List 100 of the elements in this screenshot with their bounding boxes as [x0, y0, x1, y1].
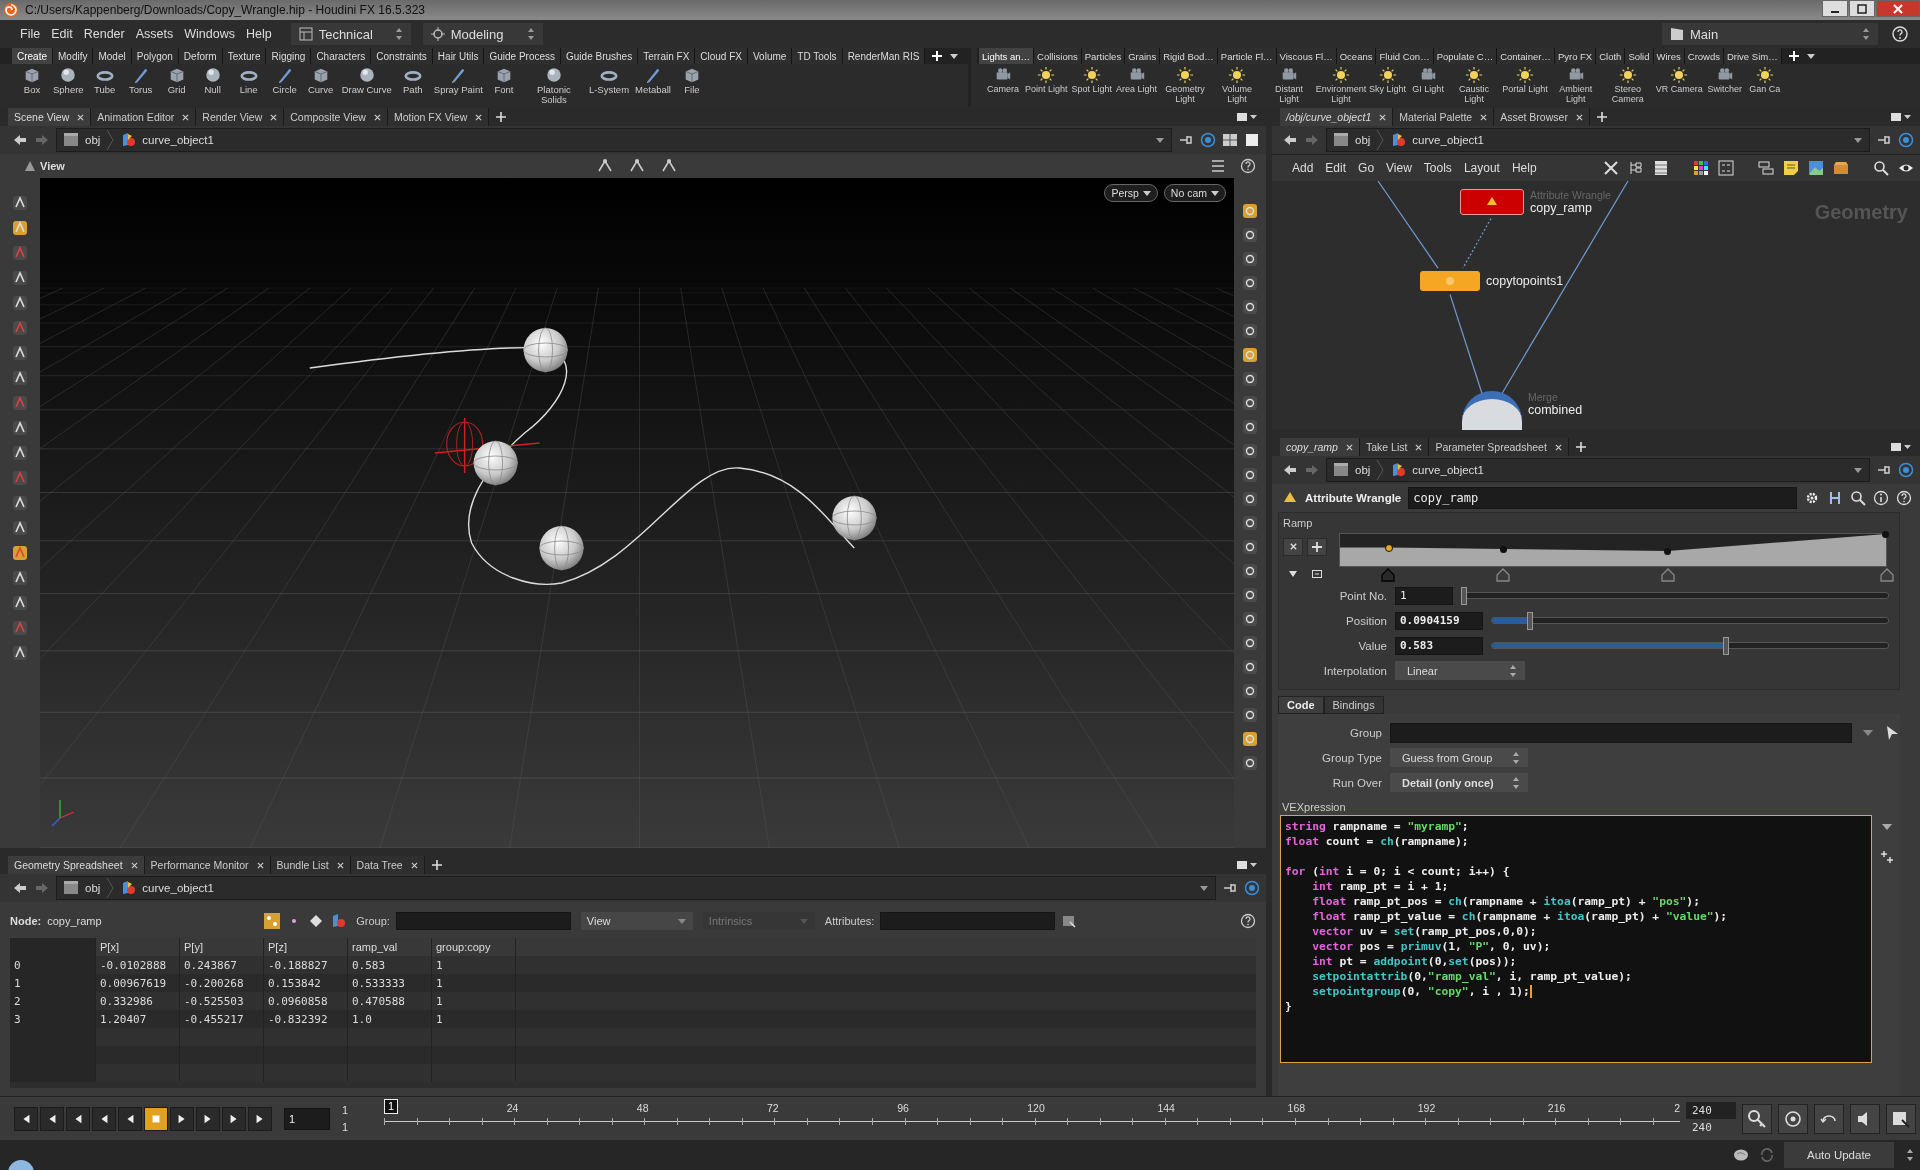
- close-button[interactable]: [1876, 0, 1920, 17]
- close-icon[interactable]: [130, 861, 138, 869]
- diamond-icon[interactable]: [308, 913, 325, 929]
- tool-icon[interactable]: [1241, 226, 1259, 244]
- back-arrow-icon[interactable]: [12, 132, 28, 148]
- shelf-tool[interactable]: Platonic Solids: [521, 66, 586, 105]
- shelf-tab[interactable]: Guide Brushes: [561, 48, 639, 64]
- tool-icon[interactable]: [1241, 706, 1259, 724]
- run-over-menu[interactable]: Detail (only once): [1390, 773, 1528, 792]
- remove-key-button[interactable]: [1283, 537, 1303, 556]
- caret-icon[interactable]: [1805, 51, 1816, 61]
- minimize-button[interactable]: [1822, 0, 1848, 17]
- shelf-tool[interactable]: Sky Light: [1367, 66, 1409, 95]
- shelf-tab[interactable]: Populate C…: [1433, 48, 1498, 64]
- plus-icon[interactable]: [430, 859, 443, 871]
- shelf-tab[interactable]: Rigid Bod…: [1160, 48, 1218, 64]
- start-frame-field[interactable]: 1: [336, 1101, 378, 1119]
- menu-item[interactable]: Assets: [131, 27, 181, 41]
- close-icon[interactable]: [1575, 113, 1583, 121]
- shelf-tool[interactable]: VR Camera: [1653, 66, 1705, 95]
- node-name-field[interactable]: copy_ramp: [1408, 487, 1797, 509]
- search-icon[interactable]: [1873, 160, 1889, 176]
- shelf-tool[interactable]: Draw Curve: [338, 66, 395, 95]
- shelf-tool[interactable]: Area Light: [1114, 66, 1160, 95]
- shelf-tool[interactable]: Geometry Light: [1159, 66, 1212, 104]
- expand-icon[interactable]: [1312, 568, 1322, 579]
- ramp-editor[interactable]: [1339, 533, 1887, 567]
- settings-icon[interactable]: [1804, 490, 1820, 506]
- value-field[interactable]: 0.583: [1395, 636, 1483, 655]
- value-field[interactable]: 0.0904159: [1395, 611, 1483, 630]
- shelf-tool[interactable]: Distant Light: [1263, 66, 1316, 104]
- tool-icon[interactable]: [11, 569, 29, 587]
- pane-tab[interactable]: Asset Browser: [1494, 108, 1590, 126]
- search-icon[interactable]: [1850, 490, 1866, 506]
- back-arrow-icon[interactable]: [1282, 462, 1298, 478]
- shelf-tool[interactable]: Stereo Camera: [1601, 66, 1654, 104]
- pane-tab[interactable]: Data Tree: [350, 856, 425, 874]
- auto-update-button[interactable]: Auto Update: [1784, 1142, 1894, 1168]
- shelf-tab[interactable]: Terrain FX: [638, 48, 696, 64]
- group-type-menu[interactable]: Guess from Group: [1390, 748, 1528, 767]
- shelf-tab[interactable]: Grains: [1125, 48, 1161, 64]
- close-icon[interactable]: [256, 861, 264, 869]
- interpolation-menu[interactable]: Linear: [1395, 661, 1525, 680]
- pane-tab[interactable]: /obj/curve_object1: [1280, 108, 1394, 126]
- close-icon[interactable]: [373, 113, 381, 121]
- shelf-tool[interactable]: Environment Light: [1315, 66, 1368, 104]
- target-icon[interactable]: [1778, 1103, 1808, 1134]
- plus-icon[interactable]: [1595, 111, 1608, 123]
- camera-menu-button[interactable]: No cam: [1163, 184, 1226, 202]
- tool-icon[interactable]: [11, 444, 29, 462]
- tool-icon[interactable]: [1241, 346, 1259, 364]
- shelf-tab[interactable]: Constraints: [371, 48, 433, 64]
- shelf-tab[interactable]: Rigging: [266, 48, 312, 64]
- ramp-point[interactable]: [1663, 547, 1671, 555]
- script-icon[interactable]: [1827, 490, 1843, 506]
- playback-button[interactable]: [196, 1106, 220, 1131]
- plus-icon[interactable]: [1574, 441, 1587, 453]
- pane-tab[interactable]: Animation Editor: [91, 108, 197, 126]
- shelf-tool[interactable]: L-System: [585, 66, 633, 95]
- shelf-tab[interactable]: Solid: [1625, 48, 1654, 64]
- tool-icon[interactable]: [11, 494, 29, 512]
- grid-list-icon[interactable]: [1718, 160, 1734, 176]
- tool-icon[interactable]: [11, 594, 29, 612]
- ramp-point[interactable]: [1499, 546, 1507, 554]
- pointer-icon[interactable]: [1884, 724, 1900, 741]
- shelf-tool[interactable]: Ambient Light: [1549, 66, 1602, 104]
- group-field[interactable]: [1390, 722, 1852, 743]
- shelf-tab[interactable]: Volume: [748, 48, 793, 64]
- help-icon[interactable]: [1892, 26, 1908, 42]
- shelf-tool[interactable]: Line: [230, 66, 267, 95]
- playback-button[interactable]: [92, 1106, 116, 1131]
- shelf-tab[interactable]: Wires: [1653, 48, 1685, 64]
- shelf-tool[interactable]: Path: [394, 66, 431, 95]
- shelf-tab[interactable]: RenderMan RIS: [842, 48, 926, 64]
- tool-icon[interactable]: [11, 369, 29, 387]
- shelf-tool[interactable]: Null: [194, 66, 231, 95]
- shelf-tool[interactable]: Curve: [302, 66, 339, 95]
- pane-tab[interactable]: Geometry Spreadsheet: [8, 856, 145, 874]
- note-icon[interactable]: [1783, 160, 1799, 176]
- shelf-tab[interactable]: Cloud FX: [695, 48, 748, 64]
- tool-icon[interactable]: [11, 419, 29, 437]
- shelf-tab[interactable]: Lights an…: [979, 48, 1035, 64]
- pane-tab[interactable]: Composite View: [284, 108, 388, 126]
- add-key-button[interactable]: [1307, 537, 1327, 556]
- shelf-tab[interactable]: Particles: [1081, 48, 1126, 64]
- attributes-field[interactable]: [880, 912, 1056, 930]
- tool-icon[interactable]: [1241, 538, 1259, 556]
- path-field[interactable]: obj curve_object1: [56, 128, 1172, 152]
- shelf-tool[interactable]: Portal Light: [1500, 66, 1550, 95]
- refresh-icon[interactable]: [1758, 1146, 1776, 1164]
- timeline-ruler[interactable]: 1 24 48 72 96 120 144 168 192 216 2: [384, 1099, 1680, 1135]
- shelf-tool[interactable]: Box: [14, 66, 50, 95]
- layout-icon[interactable]: [1758, 160, 1774, 176]
- shelf-tool[interactable]: Switcher: [1704, 66, 1745, 95]
- points-icon[interactable]: [264, 913, 281, 929]
- path-field[interactable]: obj curve_object1: [1326, 458, 1870, 482]
- tool-icon[interactable]: [1241, 322, 1259, 340]
- help-icon[interactable]: [1896, 490, 1912, 506]
- playback-button[interactable]: [40, 1106, 64, 1131]
- help-icon[interactable]: [1240, 158, 1256, 174]
